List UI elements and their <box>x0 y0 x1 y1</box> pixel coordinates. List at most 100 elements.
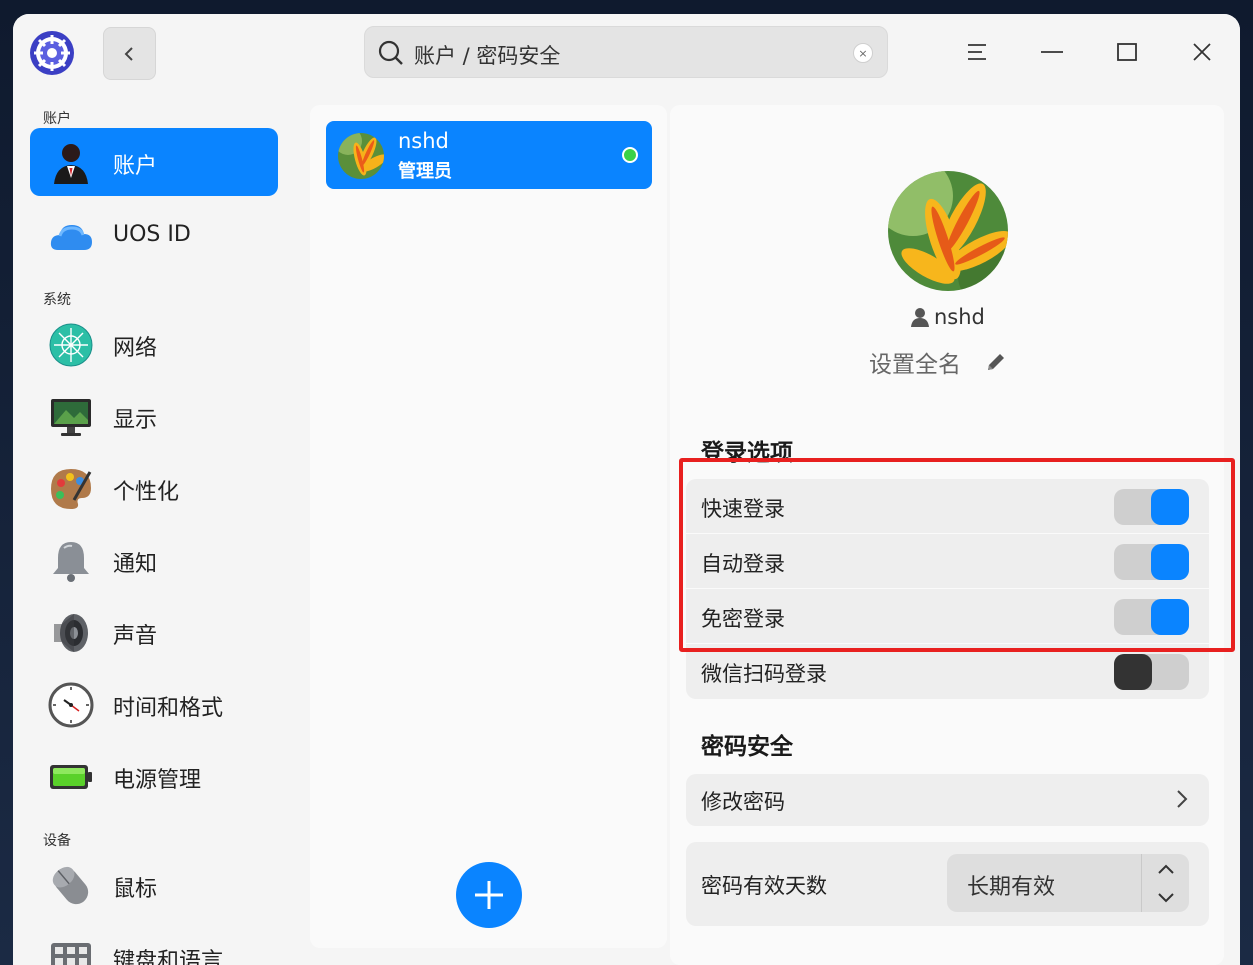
bell-icon <box>53 542 89 582</box>
sidebar-item-keyboard[interactable]: 键盘和语言 <box>30 923 278 965</box>
wechat-login-label: 微信扫码登录 <box>701 662 827 686</box>
account-icon <box>54 144 88 184</box>
search-icon <box>378 40 403 65</box>
change-password-label: 修改密码 <box>701 790 785 814</box>
sidebar-item-mouse[interactable]: 鼠标 <box>30 851 278 919</box>
online-status-indicator <box>622 147 638 163</box>
account-avatar[interactable] <box>888 171 1008 291</box>
wechat-login-toggle[interactable] <box>1114 654 1189 690</box>
sidebar-section-devices: 设备 <box>43 833 71 849</box>
account-detail-panel: nshd 设置全名 登录选项 快速登录 自动登录 免密登录 微信扫码登录 密码安… <box>670 105 1224 965</box>
username: nshd <box>934 305 985 329</box>
sidebar-item-power[interactable]: 电源管理 <box>30 742 278 810</box>
maximize-icon <box>1117 43 1137 61</box>
user-avatar <box>338 133 384 179</box>
network-icon <box>49 323 93 367</box>
plus-icon <box>475 881 503 909</box>
toggle-knob <box>1151 599 1189 635</box>
quick-login-label: 快速登录 <box>701 497 785 521</box>
toggle-knob <box>1151 544 1189 580</box>
clock-icon <box>48 682 94 728</box>
sidebar-section-accounts: 账户 <box>43 111 71 127</box>
username-row: nshd <box>910 303 985 331</box>
add-user-button[interactable] <box>456 862 522 928</box>
titlebar: 账户 / 密码安全 × <box>13 14 1240 92</box>
user-list-panel: nshd 管理员 <box>310 105 667 948</box>
user-icon <box>911 308 929 327</box>
sidebar-item-label: UOS ID <box>113 222 191 247</box>
password-validity-value[interactable]: 长期有效 <box>967 869 1055 901</box>
sidebar-item-time-format[interactable]: 时间和格式 <box>30 670 278 738</box>
display-icon <box>51 399 91 436</box>
password-validity-label: 密码有效天数 <box>701 874 827 898</box>
sidebar-item-label: 账户 <box>113 154 158 179</box>
chevron-right-icon <box>1177 790 1188 808</box>
sidebar-item-label: 网络 <box>113 336 158 361</box>
sidebar-item-label: 显示 <box>113 408 158 433</box>
control-center-logo-icon <box>30 31 74 75</box>
sidebar-item-uos-id[interactable]: UOS ID <box>30 202 278 270</box>
auto-login-toggle[interactable] <box>1114 544 1189 580</box>
speaker-icon <box>54 614 88 652</box>
user-role: 管理员 <box>398 161 452 182</box>
chevron-left-icon <box>124 46 133 61</box>
passwordless-login-toggle[interactable] <box>1114 599 1189 635</box>
spin-up-button[interactable] <box>1142 854 1189 883</box>
minimize-button[interactable] <box>1030 30 1074 74</box>
change-password-row[interactable]: 修改密码 <box>686 774 1209 826</box>
maximize-button[interactable] <box>1105 30 1149 74</box>
login-option-row: 微信扫码登录 <box>686 644 1209 699</box>
user-list-item[interactable]: nshd 管理员 <box>326 121 652 189</box>
flower-avatar-icon <box>338 133 384 179</box>
set-fullname-label[interactable]: 设置全名 <box>869 345 961 379</box>
sidebar-item-label: 鼠标 <box>113 877 158 902</box>
login-options-title: 登录选项 <box>701 440 793 466</box>
menu-button[interactable] <box>955 30 999 74</box>
toggle-knob <box>1114 654 1152 690</box>
battery-icon <box>50 765 92 789</box>
sidebar-item-sound[interactable]: 声音 <box>30 598 278 666</box>
sidebar-item-label: 时间和格式 <box>113 696 224 721</box>
toggle-knob <box>1151 489 1189 525</box>
chevron-down-icon <box>1157 892 1174 902</box>
login-options-group: 快速登录 自动登录 免密登录 微信扫码登录 <box>686 479 1209 699</box>
login-option-row: 自动登录 <box>686 534 1209 589</box>
search-input-text[interactable]: 账户 / 密码安全 <box>414 40 560 70</box>
sidebar-section-system: 系统 <box>43 292 71 308</box>
sidebar-item-label: 个性化 <box>113 480 180 505</box>
palette-icon <box>51 469 92 509</box>
sidebar-item-display[interactable]: 显示 <box>30 382 278 450</box>
login-option-row: 快速登录 <box>686 479 1209 534</box>
password-validity-row: 密码有效天数 长期有效 <box>686 842 1209 926</box>
quick-login-toggle[interactable] <box>1114 489 1189 525</box>
user-name: nshd <box>398 129 449 153</box>
edit-pencil-icon[interactable] <box>985 351 1007 373</box>
spin-down-button[interactable] <box>1142 883 1189 912</box>
sidebar-item-notifications[interactable]: 通知 <box>30 526 278 594</box>
auto-login-label: 自动登录 <box>701 552 785 576</box>
login-option-row: 免密登录 <box>686 589 1209 644</box>
sidebar-item-personalization[interactable]: 个性化 <box>30 454 278 522</box>
sidebar-item-network[interactable]: 网络 <box>30 310 278 378</box>
cloud-icon <box>50 225 92 250</box>
flower-avatar-icon <box>888 171 1008 291</box>
minimize-icon <box>1041 51 1063 53</box>
passwordless-login-label: 免密登录 <box>701 607 785 631</box>
sidebar-item-label: 键盘和语言 <box>113 949 224 965</box>
sidebar: 账户 账户 UOS ID 系统 网络 显示 个性化 通知 声音 时间和格式 电源… <box>13 92 294 965</box>
sidebar-item-label: 通知 <box>113 552 158 577</box>
close-icon <box>1193 43 1211 61</box>
sidebar-item-label: 声音 <box>113 624 158 649</box>
mouse-icon <box>52 866 89 905</box>
chevron-up-icon <box>1157 864 1174 874</box>
close-button[interactable] <box>1180 30 1224 74</box>
sidebar-item-label: 电源管理 <box>113 768 202 793</box>
fullname-row: 设置全名 <box>869 345 1007 379</box>
back-button[interactable] <box>103 27 156 80</box>
control-center-window: 账户 / 密码安全 × 账户 账户 UOS ID 系统 网络 显示 个性化 通知… <box>13 14 1240 965</box>
clear-search-icon[interactable]: × <box>853 43 873 63</box>
hamburger-menu-icon <box>968 44 986 60</box>
search-field[interactable]: 账户 / 密码安全 × <box>364 26 888 78</box>
sidebar-item-accounts[interactable]: 账户 <box>30 128 278 196</box>
password-validity-spinbox[interactable]: 长期有效 <box>947 854 1189 912</box>
